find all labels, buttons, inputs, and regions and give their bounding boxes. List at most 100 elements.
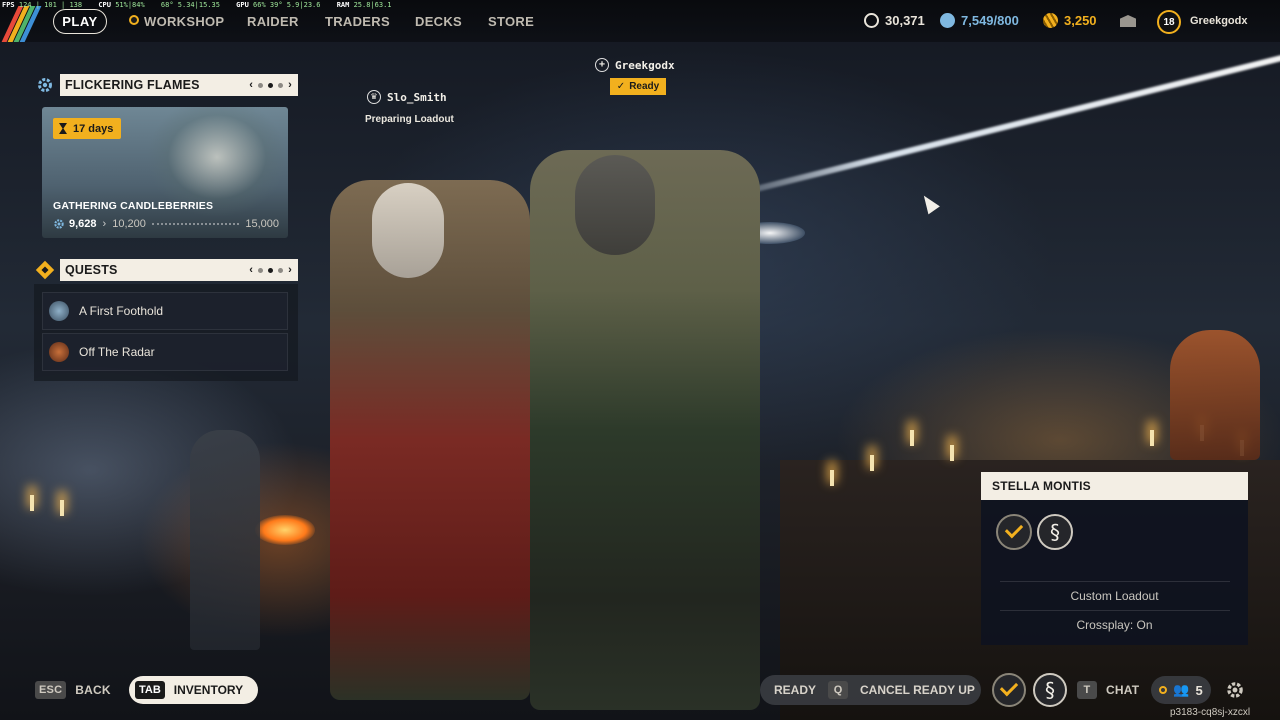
add-icon: + <box>595 58 609 72</box>
performance-overlay: FPS 124 | 101 | 138 CPU 51%|84% 68° 5.34… <box>2 1 392 9</box>
light-beam <box>699 54 1280 206</box>
ready-controls: READY Q CANCEL READY UP <box>760 675 981 705</box>
inventory-button[interactable]: TAB INVENTORY <box>129 676 258 704</box>
event-progress: 9,628 › 10,200 15,000 <box>53 217 279 231</box>
page-dot <box>258 267 264 273</box>
background-npc <box>190 430 260 650</box>
event-pager[interactable]: ‹ › <box>249 79 292 91</box>
raider-helmet-left <box>372 183 444 278</box>
party-member-1-status: Preparing Loadout <box>365 114 454 125</box>
candle <box>870 455 874 471</box>
currency-premium[interactable]: 3,250 <box>1043 13 1097 28</box>
page-dot <box>258 82 264 88</box>
quest-giver-avatar-icon <box>49 342 69 362</box>
currency-coins[interactable]: 30,371 <box>864 13 925 28</box>
game-logo <box>0 6 42 42</box>
fire-barrel-glow <box>255 515 315 545</box>
quest-giver-avatar-icon <box>49 301 69 321</box>
back-button[interactable]: ESC BACK <box>35 680 111 700</box>
snake-emblem-badge[interactable]: § <box>1033 673 1067 707</box>
snake-emblem-badge: § <box>1037 514 1073 550</box>
check-icon: ✓ <box>616 81 626 92</box>
chevron-right-icon[interactable]: › <box>288 79 292 91</box>
gear-icon <box>54 219 64 229</box>
page-dot-active <box>268 82 274 88</box>
page-dot-active <box>268 267 274 273</box>
quest-item[interactable]: A First Foothold <box>42 292 288 330</box>
nav-raider[interactable]: RAIDER <box>247 14 299 29</box>
top-nav-bar: FPS 124 | 101 | 138 CPU 51%|84% 68° 5.34… <box>0 0 1280 42</box>
settings-button[interactable] <box>1222 677 1248 703</box>
notification-dot-icon <box>129 15 139 25</box>
gear-icon <box>1227 682 1243 698</box>
player-level-badge[interactable]: 18 <box>1157 10 1181 34</box>
quests-panel-header: QUESTS ‹ › <box>34 259 298 281</box>
check-icon <box>999 677 1019 697</box>
quests-pager[interactable]: ‹ › <box>249 264 292 276</box>
party-member-1: ♛ Slo_Smith <box>367 90 447 104</box>
divider <box>1000 581 1230 582</box>
status-dot-icon <box>1159 686 1168 694</box>
nav-decks[interactable]: DECKS <box>415 14 462 29</box>
ready-check-badge <box>996 514 1032 550</box>
hourglass-icon <box>59 123 67 134</box>
esc-key: ESC <box>35 681 67 699</box>
tab-key: TAB <box>135 681 165 699</box>
candle <box>1150 430 1154 446</box>
quests-title: QUESTS <box>65 263 118 277</box>
ready-button[interactable]: READY <box>774 683 816 697</box>
bartender-npc <box>1170 330 1260 460</box>
progress-track <box>151 223 240 225</box>
quest-diamond-icon <box>34 259 56 281</box>
quest-item[interactable]: Off The Radar <box>42 333 288 371</box>
nav-workshop[interactable]: WORKSHOP <box>144 14 224 29</box>
party-size-button[interactable]: 👥 5 <box>1151 676 1211 704</box>
raider-token-icon <box>940 13 955 28</box>
currency-raider-tokens[interactable]: 7,549/800 <box>940 13 1019 28</box>
chevron-right-icon[interactable]: › <box>288 264 292 276</box>
member-name: STELLA MONTIS <box>981 472 1248 500</box>
chevron-left-icon[interactable]: ‹ <box>249 79 253 91</box>
candle <box>950 445 954 461</box>
event-timer-badge: 17 days <box>53 118 122 139</box>
ready-status-badge: ✓ Ready <box>610 78 666 95</box>
player-username[interactable]: Greekgodx <box>1190 15 1247 27</box>
event-objective: GATHERING CANDLEBERRIES <box>53 200 214 212</box>
member-info-card: STELLA MONTIS § Custom Loadout Crossplay… <box>981 472 1248 645</box>
candle <box>30 495 34 511</box>
divider <box>1000 610 1230 611</box>
candle <box>830 470 834 486</box>
page-dot <box>278 267 284 273</box>
raider-helmet-right <box>575 155 655 255</box>
snake-emblem-icon: § <box>1050 520 1060 544</box>
cancel-ready-button[interactable]: CANCEL READY UP <box>860 683 975 697</box>
snake-emblem-icon: § <box>1045 678 1055 702</box>
t-key: T <box>1077 681 1097 699</box>
premium-currency-icon <box>1043 13 1058 28</box>
play-button[interactable]: PLAY <box>53 9 107 34</box>
nav-traders[interactable]: TRADERS <box>325 14 390 29</box>
event-panel-header: FLICKERING FLAMES ‹ › <box>34 74 298 96</box>
crossplay-status: Crossplay: On <box>1076 618 1153 632</box>
event-card[interactable]: 17 days GATHERING CANDLEBERRIES 9,628 › … <box>42 107 288 238</box>
people-icon: 👥 <box>1173 682 1190 697</box>
chat-button[interactable]: T CHAT <box>1077 680 1139 700</box>
chevron-left-icon[interactable]: ‹ <box>249 264 253 276</box>
page-dot <box>278 82 284 88</box>
ready-check-badge[interactable] <box>992 673 1026 707</box>
session-id: p3183-cq8sj-xzcxl <box>1170 707 1251 718</box>
crown-icon: ♛ <box>367 90 381 104</box>
quests-list: A First Foothold Off The Radar <box>34 284 298 381</box>
candle <box>60 500 64 516</box>
coin-icon <box>864 13 879 28</box>
nav-store[interactable]: STORE <box>488 14 534 29</box>
mail-icon[interactable] <box>1120 15 1136 27</box>
q-key: Q <box>828 681 849 699</box>
event-title: FLICKERING FLAMES <box>65 78 200 92</box>
party-member-2: + Greekgodx <box>595 58 675 72</box>
chevron-right-icon: › <box>102 218 107 230</box>
candle <box>910 430 914 446</box>
loadout-label: Custom Loadout <box>1070 589 1159 603</box>
gear-icon <box>34 74 56 96</box>
check-icon <box>1004 519 1024 539</box>
